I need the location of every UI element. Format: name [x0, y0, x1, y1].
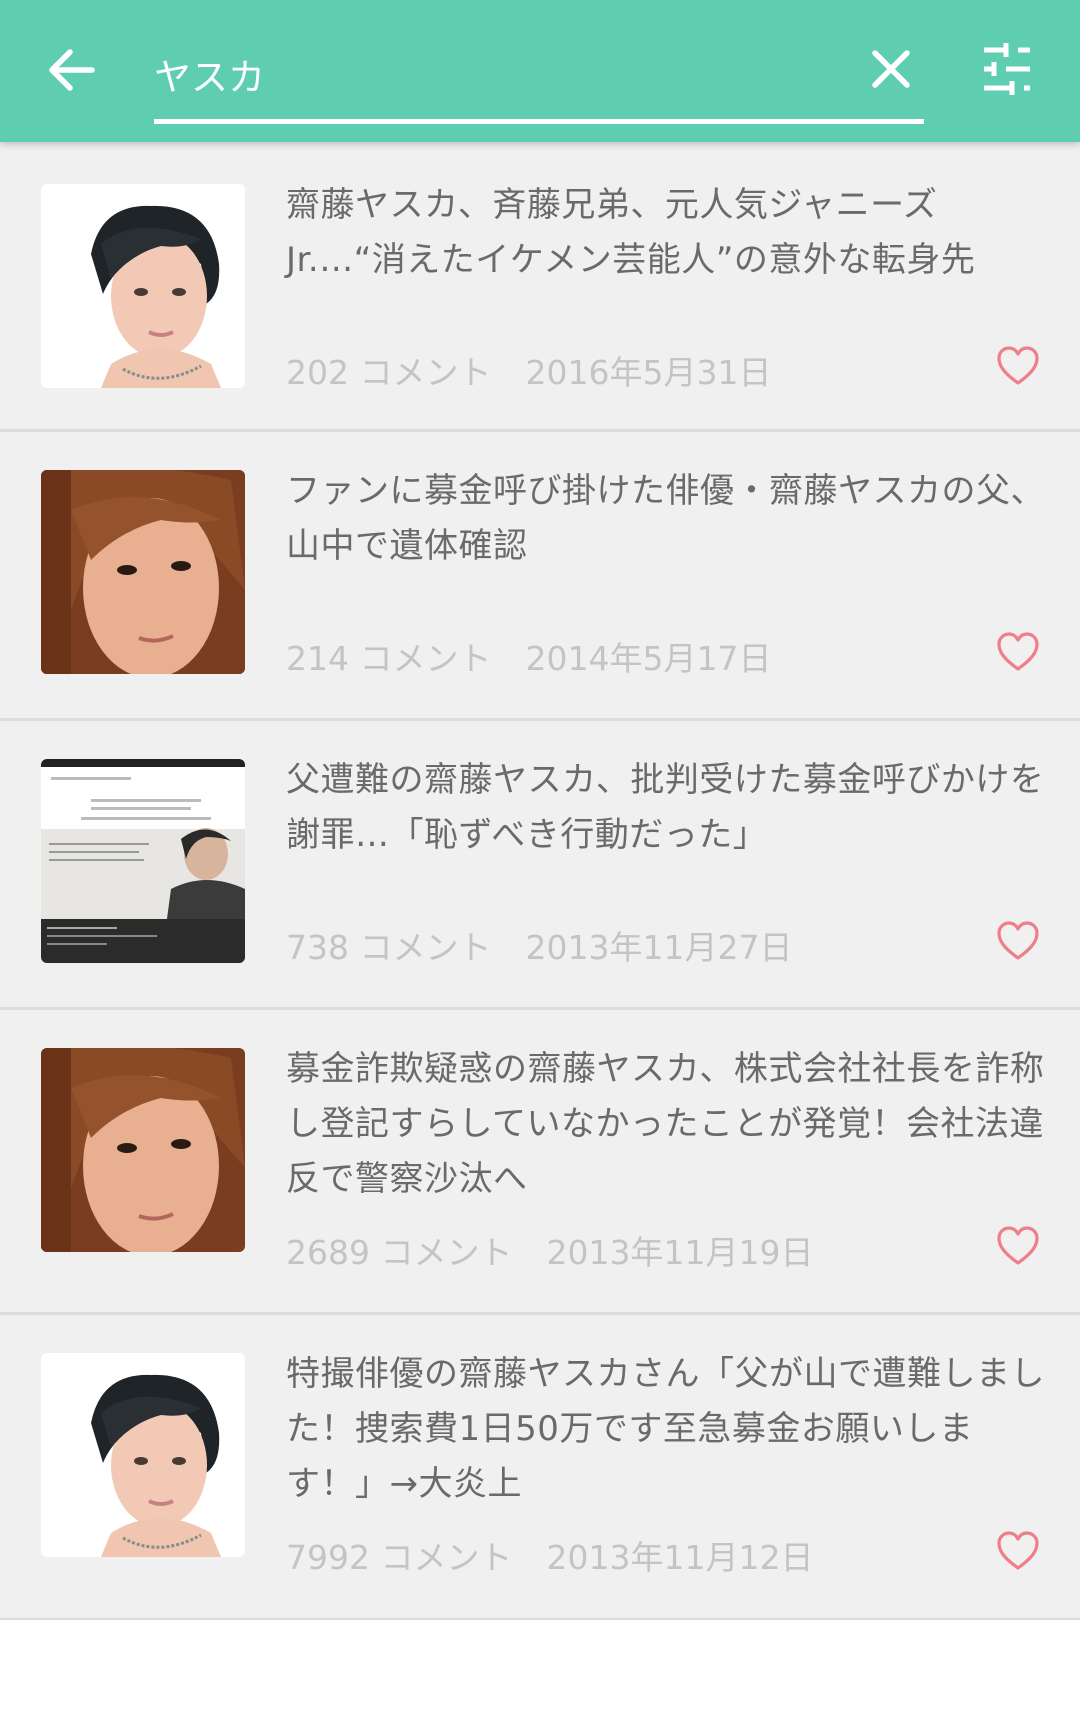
article-title[interactable]: 父遭難の齋藤ヤスカ、批判受けた募金呼びかけを謝罪…「恥ずべき行動だった」 [286, 753, 1046, 863]
comment-count: 2689 コメント [286, 1233, 513, 1272]
sliders-icon [984, 43, 1030, 95]
comment-count: 738 コメント [286, 928, 492, 967]
article-title[interactable]: ファンに募金呼び掛けた俳優・齋藤ヤスカの父、山中で遺体確認 [286, 464, 1046, 574]
list-end-space [0, 1620, 1080, 1712]
thumbnail [41, 184, 245, 388]
clear-search-button[interactable] [862, 40, 920, 98]
list-item[interactable]: 父遭難の齋藤ヤスカ、批判受けた募金呼びかけを謝罪…「恥ずべき行動だった」 738… [0, 721, 1080, 1010]
article-title[interactable]: 齋藤ヤスカ、斉藤兄弟、元人気ジャニーズJr.…“消えたイケメン芸能人”の意外な転… [286, 178, 1046, 288]
heart-icon[interactable] [996, 1531, 1040, 1571]
article-meta: 2689 コメント 2013年11月19日 [286, 1226, 813, 1274]
thumbnail [41, 759, 245, 963]
back-button[interactable] [42, 40, 102, 100]
filter-button[interactable] [976, 38, 1038, 100]
close-icon [872, 50, 910, 88]
search-input[interactable] [154, 44, 754, 104]
list-item[interactable]: 齋藤ヤスカ、斉藤兄弟、元人気ジャニーズJr.…“消えたイケメン芸能人”の意外な転… [0, 142, 1080, 432]
heart-icon[interactable] [996, 632, 1040, 672]
article-meta: 738 コメント 2013年11月27日 [286, 921, 792, 969]
post-date: 2013年11月19日 [546, 1233, 814, 1272]
article-meta: 214 コメント 2014年5月17日 [286, 632, 771, 680]
heart-icon[interactable] [996, 1226, 1040, 1266]
comment-count: 214 コメント [286, 639, 492, 678]
article-title[interactable]: 特撮俳優の齋藤ヤスカさん「父が山で遭難しました！捜索費1日50万です至急募金お願… [286, 1347, 1046, 1512]
search-field[interactable] [154, 38, 924, 124]
arrow-left-icon [49, 49, 95, 91]
list-item[interactable]: 募金詐欺疑惑の齋藤ヤスカ、株式会社社長を詐称し登記すらしていなかったことが発覚！… [0, 1010, 1080, 1315]
thumbnail [41, 470, 245, 674]
article-title[interactable]: 募金詐欺疑惑の齋藤ヤスカ、株式会社社長を詐称し登記すらしていなかったことが発覚！… [286, 1042, 1046, 1207]
heart-icon[interactable] [996, 921, 1040, 961]
result-list: 齋藤ヤスカ、斉藤兄弟、元人気ジャニーズJr.…“消えたイケメン芸能人”の意外な転… [0, 142, 1080, 1621]
thumbnail [41, 1353, 245, 1557]
heart-icon[interactable] [996, 346, 1040, 386]
comment-count: 7992 コメント [286, 1538, 513, 1577]
list-item[interactable]: ファンに募金呼び掛けた俳優・齋藤ヤスカの父、山中で遺体確認 214 コメント 20… [0, 432, 1080, 721]
article-meta: 202 コメント 2016年5月31日 [286, 346, 771, 394]
search-toolbar [0, 0, 1080, 142]
post-date: 2013年11月27日 [525, 928, 793, 967]
article-meta: 7992 コメント 2013年11月12日 [286, 1531, 813, 1579]
post-date: 2014年5月17日 [525, 639, 772, 678]
post-date: 2013年11月12日 [546, 1538, 814, 1577]
thumbnail [41, 1048, 245, 1252]
list-item[interactable]: 特撮俳優の齋藤ヤスカさん「父が山で遭難しました！捜索費1日50万です至急募金お願… [0, 1315, 1080, 1621]
comment-count: 202 コメント [286, 353, 492, 392]
post-date: 2016年5月31日 [525, 353, 772, 392]
